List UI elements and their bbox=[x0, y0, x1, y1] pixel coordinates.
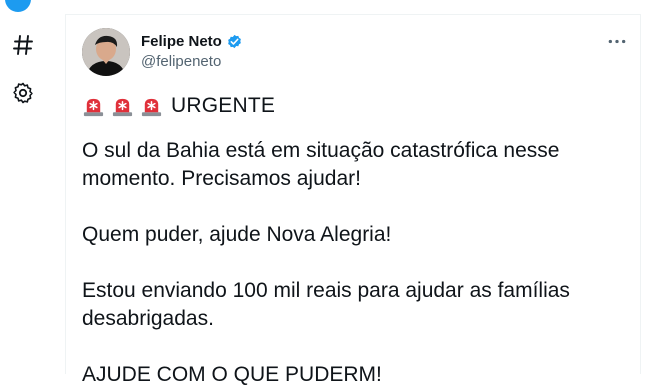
siren-emoji-icon bbox=[82, 95, 105, 118]
tweet-paragraph-cut: AJUDE COM O QUE PUDERM! bbox=[82, 363, 382, 386]
tweet-headline: URGENTE bbox=[82, 92, 627, 120]
avatar[interactable] bbox=[82, 28, 130, 76]
left-navigation-rail bbox=[0, 0, 64, 365]
tweet-card[interactable]: Felipe Neto @felipeneto URGENTE O sul da… bbox=[65, 14, 641, 386]
tweet-paragraph: Estou enviando 100 mil reais para ajudar… bbox=[82, 279, 570, 330]
author-name-text[interactable]: Felipe Neto bbox=[141, 33, 222, 50]
more-options-button[interactable] bbox=[605, 31, 629, 51]
author-name[interactable]: Felipe Neto bbox=[141, 33, 243, 50]
siren-emoji-icon bbox=[140, 95, 163, 118]
verified-badge-icon bbox=[226, 33, 243, 50]
siren-emoji-icon bbox=[111, 95, 134, 118]
gear-icon[interactable] bbox=[10, 80, 36, 106]
author-handle[interactable]: @felipeneto bbox=[141, 53, 221, 70]
hashtag-icon[interactable] bbox=[10, 32, 36, 58]
tweet-text: URGENTE O sul da Bahia está em situação … bbox=[82, 92, 627, 389]
more-icon bbox=[608, 39, 626, 43]
headline-text: URGENTE bbox=[171, 94, 276, 117]
tweet-paragraph: O sul da Bahia está em situação catastró… bbox=[82, 139, 560, 190]
twitter-logo-icon[interactable] bbox=[5, 0, 31, 12]
tweet-paragraph: Quem puder, ajude Nova Alegria! bbox=[82, 223, 392, 246]
